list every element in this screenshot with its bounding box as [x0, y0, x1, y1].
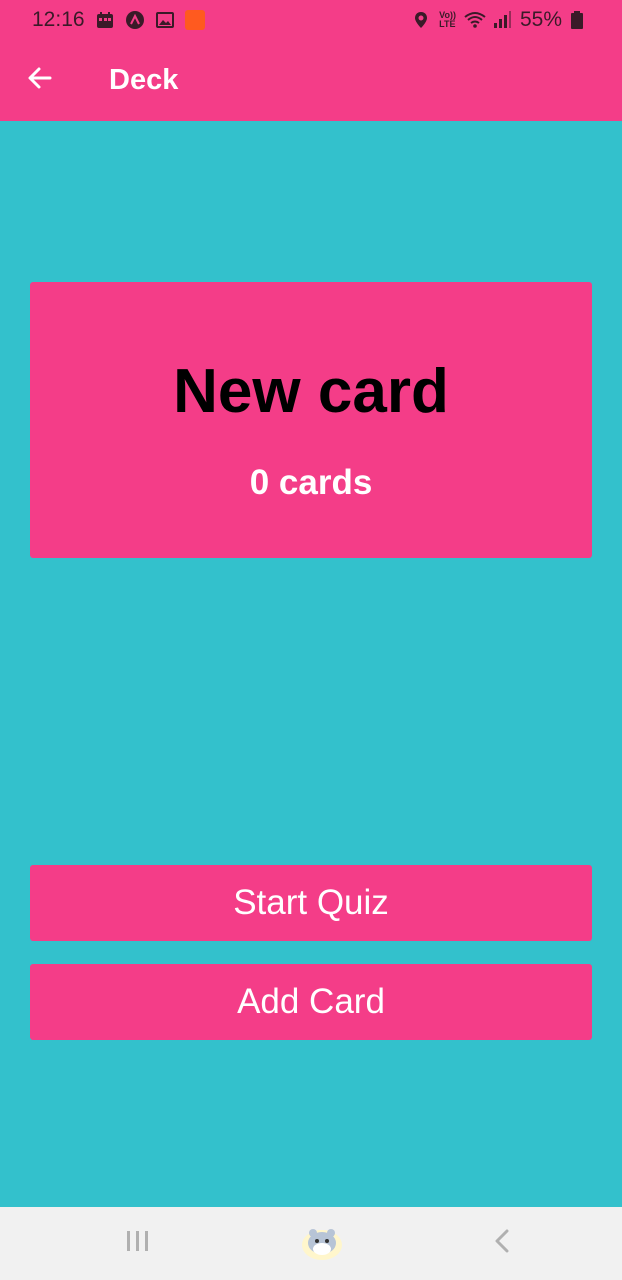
status-right: Vo)) LTE 55% [411, 8, 590, 32]
orange-app-icon [184, 10, 205, 30]
system-nav-bar [0, 1207, 622, 1280]
battery-icon [570, 10, 590, 30]
lte-label: LTE [439, 19, 456, 29]
arrow-left-icon [26, 64, 54, 97]
recents-icon [125, 1229, 151, 1258]
home-icon [299, 1221, 345, 1266]
deck-card: New card 0 cards [30, 282, 592, 558]
status-time: 12:16 [32, 8, 85, 31]
app-notification-icon [125, 10, 145, 30]
chevron-left-icon [492, 1228, 512, 1259]
image-icon [155, 10, 175, 30]
start-quiz-button[interactable]: Start Quiz [30, 865, 592, 941]
back-button[interactable] [0, 40, 80, 121]
add-card-button[interactable]: Add Card [30, 964, 592, 1040]
status-bar: 12:16 Vo)) LTE 55% [0, 0, 622, 40]
status-left: 12:16 [32, 8, 205, 32]
wifi-icon [464, 10, 486, 30]
battery-percent: 55% [519, 8, 562, 31]
page-title: Deck [109, 64, 179, 96]
deck-title: New card [173, 357, 449, 426]
deck-card-count: 0 cards [249, 463, 373, 502]
signal-icon [492, 10, 512, 30]
volte-lte-indicator: Vo)) LTE [439, 11, 456, 29]
home-button[interactable] [299, 1221, 345, 1266]
calendar-icon [95, 10, 115, 30]
recents-button[interactable] [125, 1229, 151, 1258]
app-bar: Deck [0, 40, 622, 121]
location-icon [411, 10, 431, 30]
system-back-button[interactable] [492, 1228, 512, 1259]
